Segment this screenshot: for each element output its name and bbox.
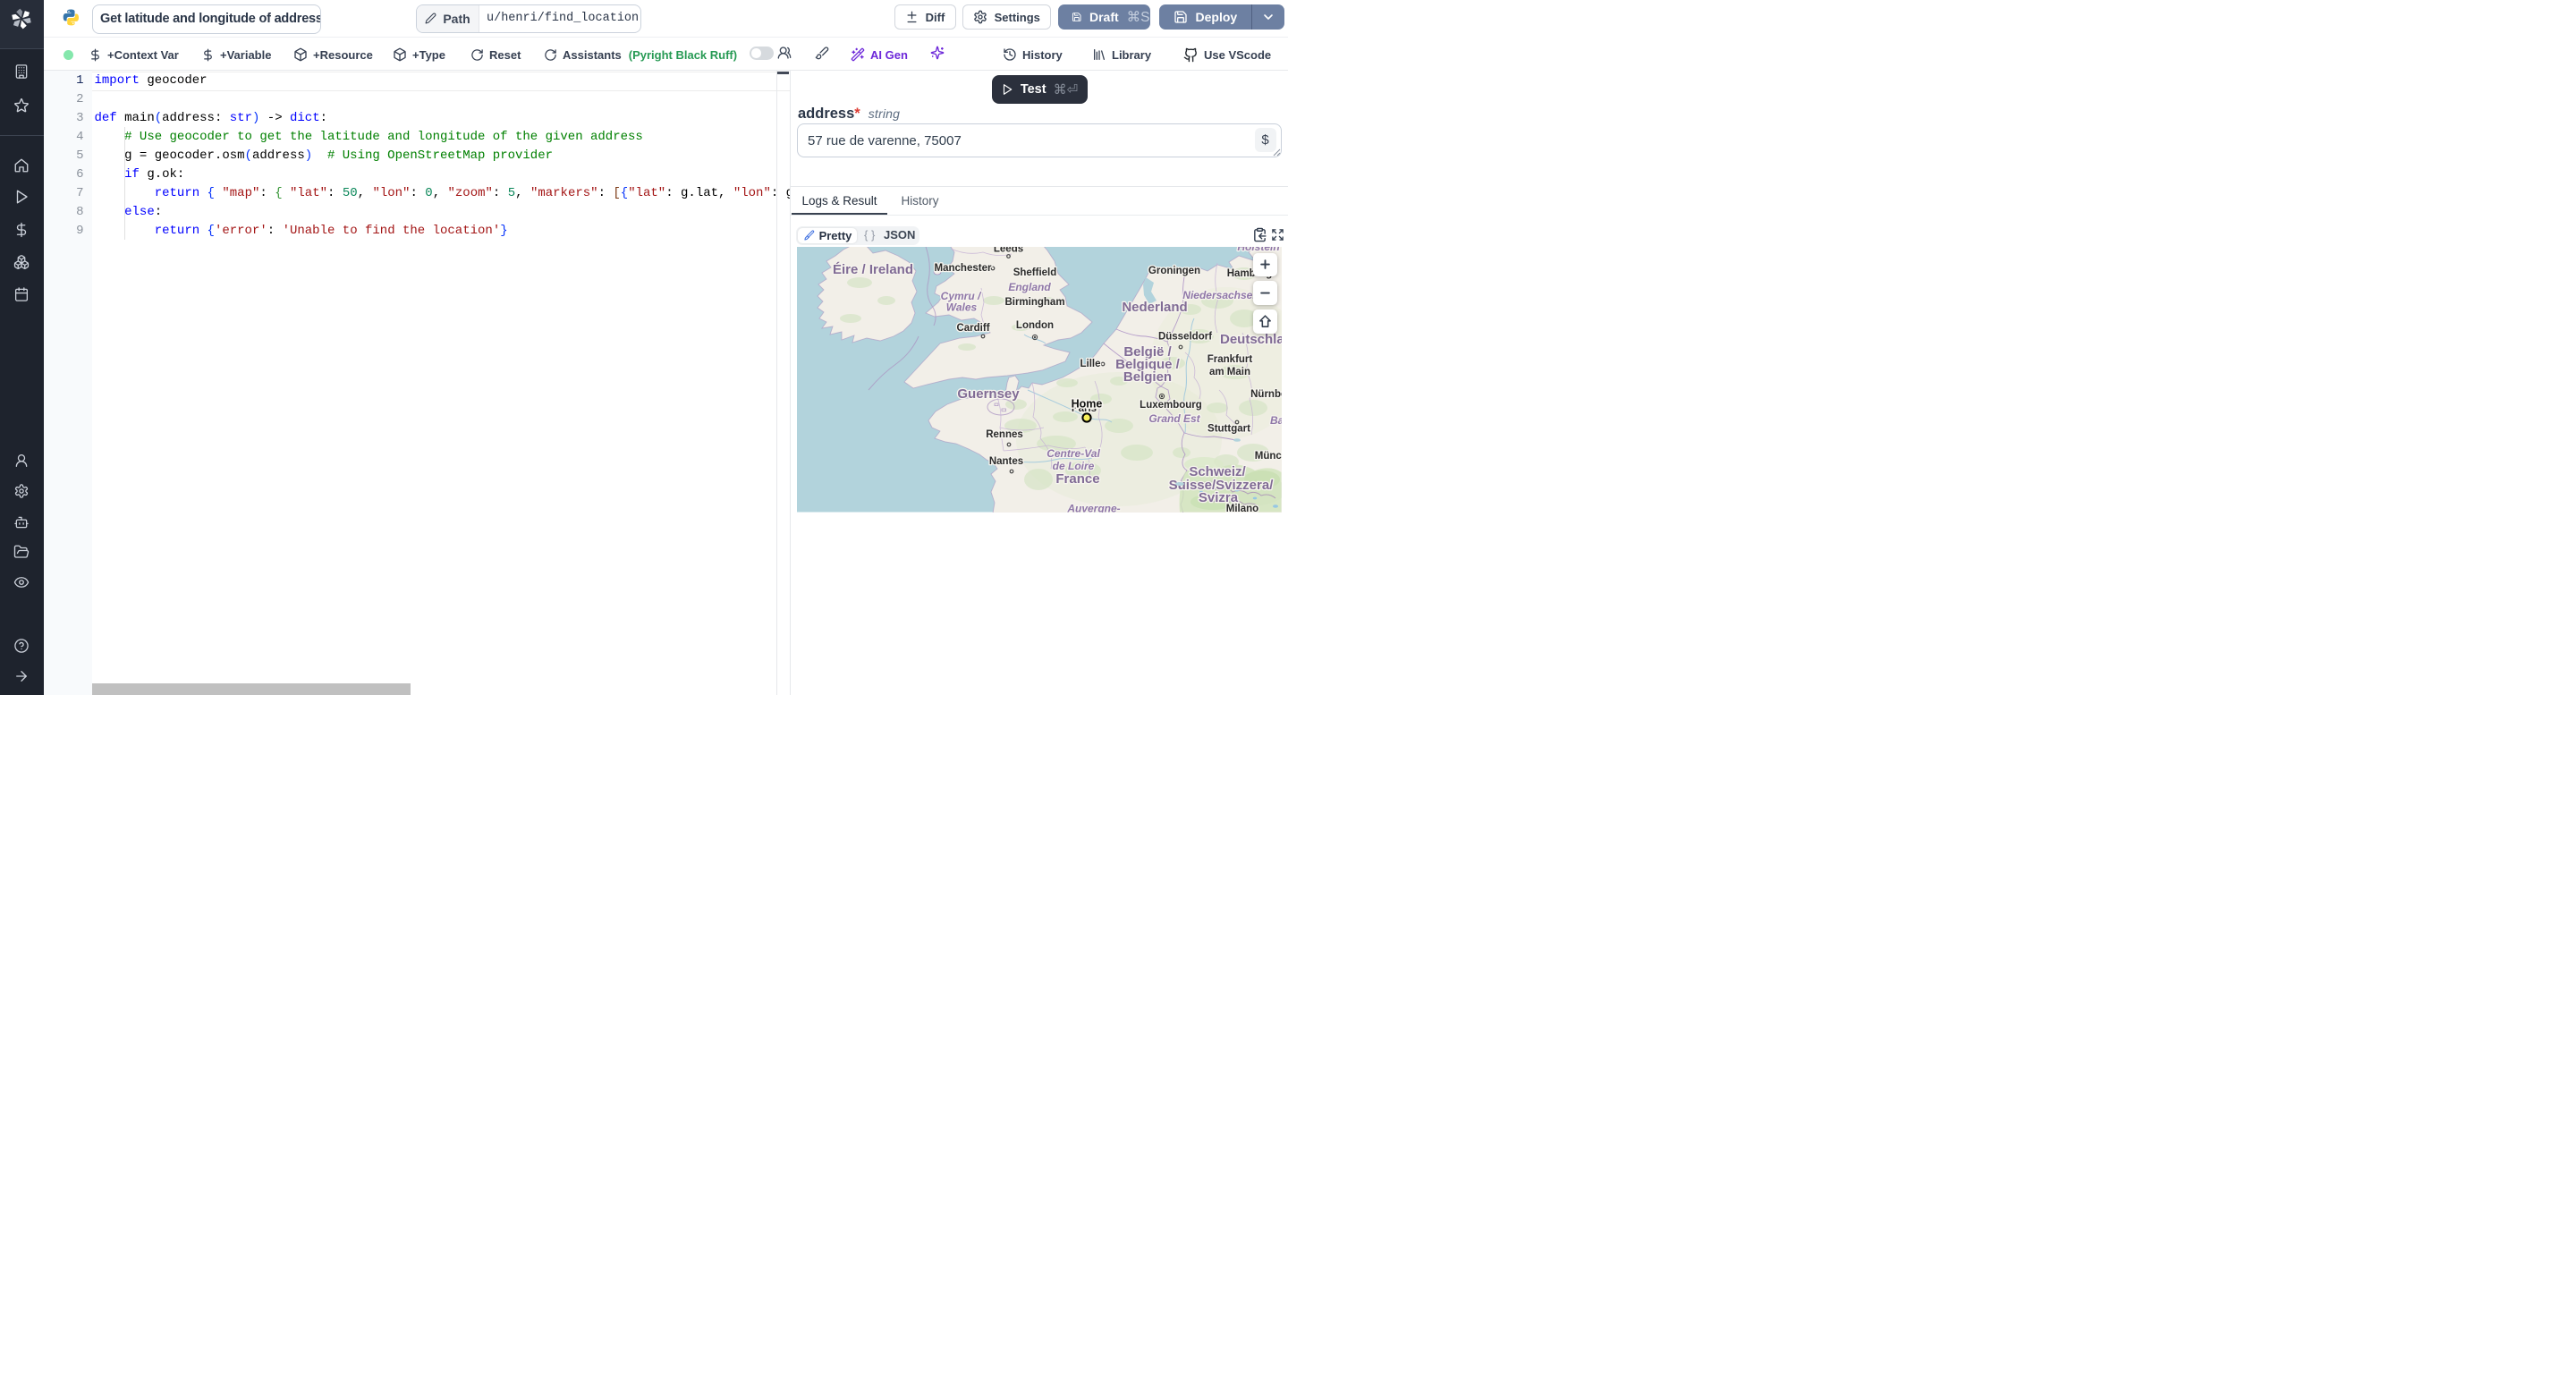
svg-text:Stuttgart: Stuttgart (1208, 424, 1250, 435)
svg-text:Centre-Val: Centre-Val (1046, 447, 1100, 460)
svg-text:Rennes: Rennes (986, 429, 1023, 440)
svg-text:Deutschland: Deutschland (1220, 332, 1282, 347)
svg-text:Milano: Milano (1226, 504, 1258, 513)
svg-text:Frankfurt: Frankfurt (1208, 354, 1253, 365)
svg-text:Groningen: Groningen (1148, 266, 1200, 276)
svg-text:Düsseldorf: Düsseldorf (1158, 332, 1212, 343)
svg-text:Luxembourg: Luxembourg (1140, 400, 1202, 411)
svg-text:Belgien: Belgien (1123, 369, 1172, 385)
svg-text:Auvergne-: Auvergne- (1066, 503, 1120, 513)
svg-text:Home: Home (1072, 398, 1103, 411)
svg-text:München: München (1255, 451, 1282, 462)
svg-text:Niedersachsen: Niedersachsen (1182, 289, 1258, 301)
svg-text:Birmingham: Birmingham (1004, 297, 1064, 308)
svg-text:de Loire: de Loire (1053, 460, 1095, 472)
svg-text:Bay: Bay (1270, 414, 1282, 427)
svg-text:Nantes: Nantes (989, 456, 1023, 467)
svg-text:Leeds: Leeds (994, 247, 1023, 255)
svg-text:Nederland: Nederland (1122, 300, 1187, 315)
svg-text:Guernsey: Guernsey (957, 386, 1020, 402)
svg-text:Éire / Ireland: Éire / Ireland (833, 262, 913, 277)
svg-text:Wales: Wales (946, 301, 978, 314)
svg-text:am Main: am Main (1209, 367, 1250, 377)
svg-text:Sheffield: Sheffield (1013, 267, 1057, 278)
svg-text:England: England (1008, 281, 1051, 293)
svg-text:Manchester: Manchester (935, 263, 992, 274)
svg-text:Holstein: Holstein (1237, 247, 1279, 253)
svg-text:Lille: Lille (1080, 359, 1100, 369)
svg-text:Grand Est: Grand Est (1148, 412, 1200, 425)
svg-text:London: London (1016, 320, 1054, 331)
svg-text:Nürnberg: Nürnberg (1250, 389, 1281, 400)
svg-text:France: France (1055, 471, 1099, 487)
svg-text:Cardiff: Cardiff (956, 323, 989, 334)
